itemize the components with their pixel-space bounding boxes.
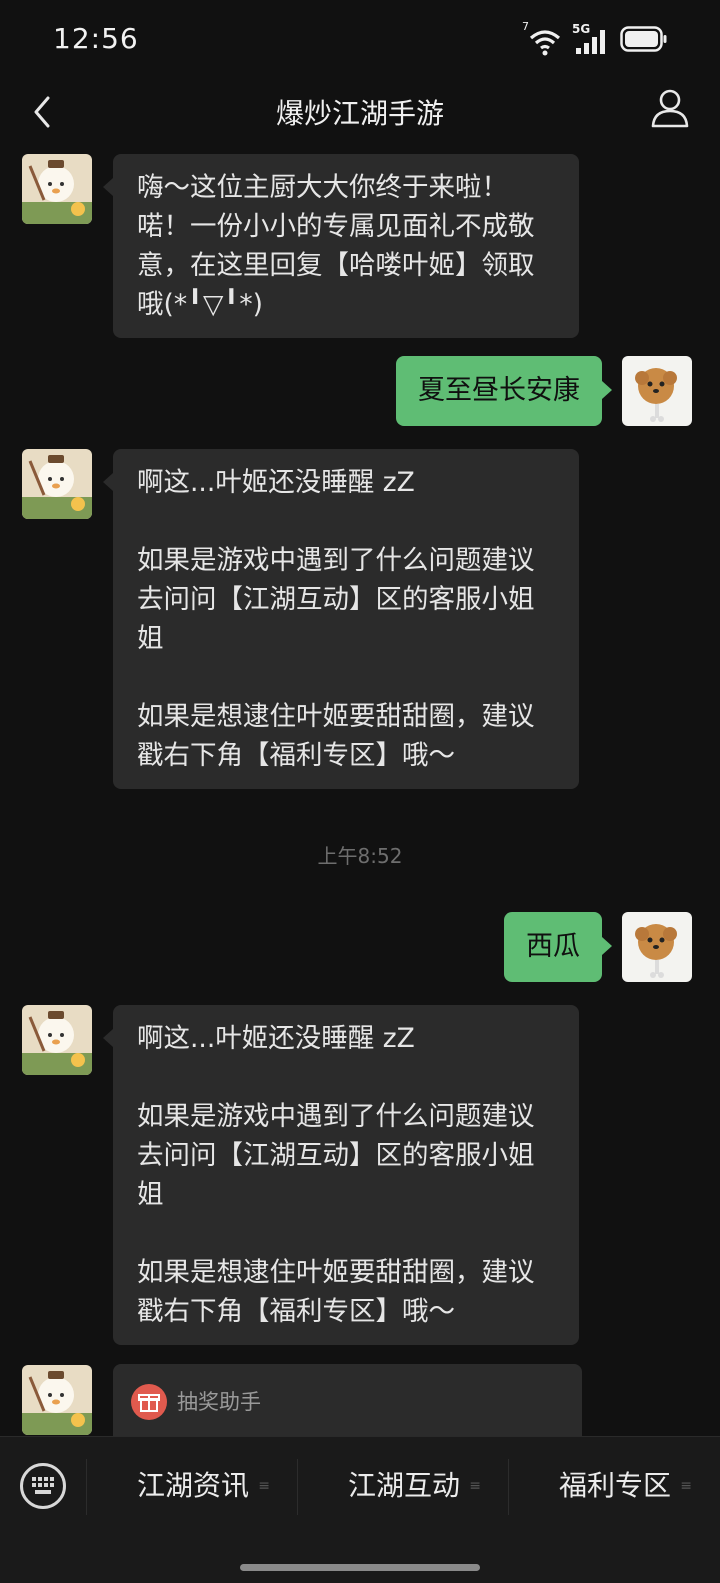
official-account-avatar[interactable] [22,1005,92,1075]
profile-button[interactable] [648,86,692,130]
submenu-icon: ≡ [258,1478,270,1494]
lottery-card[interactable]: 抽奖助手 [113,1364,582,1436]
gift-icon [131,1384,167,1420]
menu-item-news[interactable]: 江湖资讯 ≡ [88,1451,298,1521]
outgoing-message-bubble: 夏至昼长安康 [396,356,612,426]
wifi-icon: 7 [522,20,562,56]
keyboard-icon [32,1477,54,1494]
menu-divider [297,1459,298,1515]
user-icon [651,89,689,128]
battery-icon [620,26,668,56]
nav-bar: 爆炒江湖手游 [0,82,720,152]
official-account-avatar[interactable] [22,449,92,519]
keyboard-toggle-button[interactable] [20,1463,66,1509]
menu-item-label: 福利专区 [558,1469,671,1502]
menu-item-label: 江湖资讯 [136,1469,249,1502]
official-account-avatar[interactable] [22,154,92,224]
menu-item-welfare[interactable]: 福利专区 ≡ [510,1451,720,1521]
menu-item-label: 江湖互动 [347,1469,460,1502]
menu-divider [508,1459,509,1515]
message-bubble: 嗨～这位主厨大大你终于来啦！ 喏！一份小小的专属见面礼不成敬意，在这里回复【哈喽… [103,154,579,338]
user-avatar[interactable] [622,356,692,426]
status-time: 12:56 [53,22,139,55]
message-bubble: 啊这...叶姬还没睡醒 zZ 如果是游戏中遇到了什么问题建议去问问【江湖互动】区… [103,449,579,789]
chat-area[interactable]: 嗨～这位主厨大大你终于来啦！ 喏！一份小小的专属见面礼不成敬意，在这里回复【哈喽… [0,152,720,1436]
outgoing-message-bubble: 西瓜 [504,912,612,982]
menu-divider [86,1459,87,1515]
submenu-icon: ≡ [469,1478,481,1494]
card-label: 抽奖助手 [177,1390,261,1414]
page-title: 爆炒江湖手游 [275,97,444,130]
message-bubble: 啊这...叶姬还没睡醒 zZ 如果是游戏中遇到了什么问题建议去问问【江湖互动】区… [103,1005,579,1345]
bottom-menu: 江湖资讯 ≡ 江湖互动 ≡ 福利专区 ≡ [0,1436,720,1583]
status-icons: 7 5G [522,20,668,58]
cellular-icon: 5G [572,22,610,56]
wifi-badge: 7 [522,20,529,33]
menu-item-interaction[interactable]: 江湖互动 ≡ [299,1451,509,1521]
user-avatar[interactable] [622,912,692,982]
home-indicator[interactable] [240,1564,480,1571]
status-bar: 12:56 7 5G [0,0,720,82]
message-timestamp: 上午8:52 [317,844,403,868]
official-account-avatar[interactable] [22,1365,92,1435]
submenu-icon: ≡ [680,1478,692,1494]
